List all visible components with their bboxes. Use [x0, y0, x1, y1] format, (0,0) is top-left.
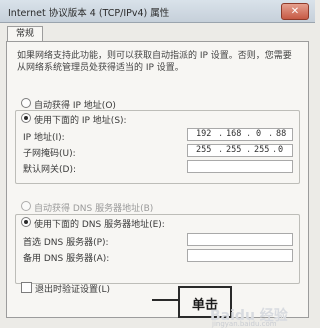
- preferred-dns-field[interactable]: [187, 233, 293, 246]
- subnet-dot: .: [218, 145, 224, 155]
- subnet-mask-field[interactable]: 255 . 255 . 255 . 0: [187, 144, 293, 157]
- alternate-dns-label: 备用 DNS 服务器(A):: [23, 254, 110, 264]
- gateway-field[interactable]: [187, 160, 293, 173]
- manual-dns-label: 使用下面的 DNS 服务器地址(E):: [34, 220, 165, 230]
- subnet-dot: .: [246, 145, 252, 155]
- ip-dot: .: [246, 129, 252, 139]
- window-title: Internet 协议版本 4 (TCP/IPv4) 属性: [8, 8, 170, 19]
- ip-octet-2: 168: [226, 129, 242, 139]
- auto-dns-label: 自动获得 DNS 服务器地址(B): [34, 204, 154, 214]
- manual-ip-label: 使用下面的 IP 地址(S):: [34, 116, 127, 126]
- ip-dot: .: [218, 129, 224, 139]
- close-button[interactable]: ✕: [281, 3, 309, 20]
- auto-dns-radio[interactable]: [21, 201, 31, 211]
- description-text: 如果网络支持此功能，则可以获取自动指派的 IP 设置。否则，您需要从网络系统管理…: [17, 51, 292, 73]
- gateway-label: 默认网关(D):: [23, 165, 76, 175]
- subnet-octet-2: 255: [226, 145, 242, 155]
- auto-ip-label: 自动获得 IP 地址(O): [34, 101, 116, 111]
- ip-address-field[interactable]: 192 . 168 . 0 . 88: [187, 128, 293, 141]
- ip-octet-4: 88: [276, 129, 287, 139]
- ip-dot: .: [268, 129, 274, 139]
- preferred-dns-label: 首选 DNS 服务器(P):: [23, 238, 109, 248]
- properties-panel: 如果网络支持此功能，则可以获取自动指派的 IP 设置。否则，您需要从网络系统管理…: [6, 41, 309, 318]
- manual-ip-radio[interactable]: [21, 113, 31, 123]
- auto-ip-radio[interactable]: [21, 98, 31, 108]
- tab-general[interactable]: 常规: [7, 26, 43, 42]
- ip-octet-1: 192: [196, 129, 212, 139]
- validate-label: 退出时验证设置(L): [35, 285, 111, 295]
- subnet-octet-3: 255: [254, 145, 270, 155]
- subnet-octet-4: 0: [278, 145, 284, 155]
- manual-dns-radio[interactable]: [21, 217, 31, 227]
- subnet-mask-label: 子网掩码(U):: [23, 149, 76, 159]
- subnet-dot: .: [272, 145, 278, 155]
- callout-connector: [152, 299, 178, 301]
- title-bar: Internet 协议版本 4 (TCP/IPv4) 属性 ✕: [0, 0, 315, 23]
- ip-octet-3: 0: [256, 129, 262, 139]
- subnet-octet-1: 255: [196, 145, 212, 155]
- validate-checkbox[interactable]: [21, 282, 32, 293]
- ip-address-label: IP 地址(I):: [23, 133, 65, 143]
- alternate-dns-field[interactable]: [187, 249, 293, 262]
